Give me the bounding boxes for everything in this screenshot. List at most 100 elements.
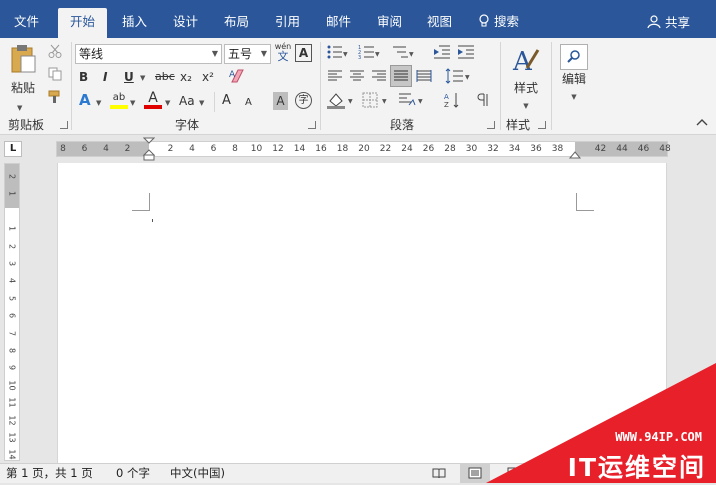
- margin-corner-mark: [132, 193, 150, 211]
- character-border-button[interactable]: A: [295, 44, 312, 62]
- text-effects-button[interactable]: A: [79, 91, 91, 109]
- tab-selector-button[interactable]: L: [4, 141, 22, 157]
- svg-text:▼: ▼: [375, 51, 380, 58]
- align-right-icon[interactable]: [371, 69, 387, 83]
- clipboard-launcher-icon[interactable]: [60, 121, 68, 129]
- underline-button[interactable]: U: [124, 68, 134, 86]
- distributed-icon[interactable]: [416, 69, 432, 83]
- strikethrough-button[interactable]: abc: [155, 68, 175, 86]
- grow-font-button[interactable]: A: [222, 92, 231, 110]
- highlight-glyph: ab: [112, 92, 126, 103]
- editing-icon-frame: [560, 44, 588, 70]
- italic-button[interactable]: I: [103, 68, 107, 86]
- bold-button[interactable]: B: [79, 68, 88, 86]
- paragraph-launcher-icon[interactable]: [487, 121, 495, 129]
- borders-icon[interactable]: ▼: [362, 91, 392, 109]
- vertical-ruler[interactable]: 2 1 1 2 3 4 5 6 7 8 9 10 11 12 13 14: [4, 163, 20, 461]
- superscript-button[interactable]: x²: [202, 68, 214, 86]
- highlight-button[interactable]: ab: [110, 91, 128, 110]
- font-name-select[interactable]: 等线 ▼: [75, 44, 222, 64]
- font-color-dropdown-icon[interactable]: ▼: [165, 99, 170, 107]
- tab-references[interactable]: 引用: [275, 12, 300, 32]
- font-size-select[interactable]: 五号 ▼: [224, 44, 271, 64]
- decrease-indent-icon[interactable]: [433, 44, 451, 60]
- ruler-tick-label: 36: [530, 144, 542, 154]
- ruler-tick-label: 2: [167, 144, 174, 154]
- shading-icon[interactable]: ▼: [326, 91, 356, 109]
- change-case-button[interactable]: Aa: [179, 92, 195, 110]
- tell-me-search[interactable]: 搜索: [478, 12, 519, 32]
- change-case-dropdown-icon[interactable]: ▼: [199, 99, 204, 107]
- tab-insert[interactable]: 插入: [122, 12, 147, 32]
- font-color-glyph: A: [148, 90, 158, 106]
- show-marks-icon[interactable]: [476, 92, 492, 108]
- divider: [71, 42, 72, 130]
- collapse-ribbon-icon[interactable]: [696, 118, 708, 126]
- justify-button[interactable]: [390, 65, 412, 87]
- cut-icon[interactable]: [48, 44, 62, 58]
- ruler-tick-label: 24: [401, 144, 413, 154]
- svg-text:▼: ▼: [382, 98, 387, 105]
- tab-review[interactable]: 审阅: [377, 12, 402, 32]
- vertical-ruler-tick-label: 1: [7, 191, 17, 197]
- phonetic-char: 文: [277, 50, 289, 63]
- tab-design[interactable]: 设计: [173, 12, 198, 32]
- search-icon: [567, 50, 580, 63]
- divider: [214, 92, 215, 112]
- indent-marker-icon[interactable]: [143, 137, 155, 161]
- ruler-tick-label: 18: [336, 144, 349, 154]
- increase-indent-icon[interactable]: [457, 44, 475, 60]
- styles-button[interactable]: A 样式 ▼: [508, 44, 544, 115]
- page-count[interactable]: 第 1 页，共 1 页: [6, 464, 93, 483]
- align-center-icon[interactable]: [349, 69, 365, 83]
- multilevel-list-icon[interactable]: ▼: [392, 44, 414, 60]
- ruler-tick-label: 8: [60, 144, 66, 154]
- font-color-button[interactable]: A: [144, 91, 162, 110]
- text-effects-dropdown-icon[interactable]: ▼: [96, 99, 101, 107]
- tab-home[interactable]: 开始: [58, 8, 108, 38]
- underline-dropdown-icon[interactable]: ▼: [140, 74, 145, 82]
- sort-icon[interactable]: AZ: [444, 91, 460, 109]
- clipboard-icon: [11, 45, 36, 73]
- subscript-button[interactable]: x₂: [180, 68, 192, 86]
- chinese-layout-icon[interactable]: ▼: [397, 91, 427, 109]
- numbering-icon[interactable]: 123 ▼: [358, 44, 380, 60]
- ruler-tick-label: 38: [551, 144, 564, 154]
- vertical-ruler-tick-label: 9: [7, 365, 17, 371]
- styles-launcher-icon[interactable]: [538, 121, 546, 129]
- vertical-ruler-tick-label: 2: [7, 243, 17, 249]
- ruler-tick-label: 8: [232, 144, 238, 154]
- ruler-tick-label: 10: [250, 144, 263, 154]
- line-spacing-icon[interactable]: ▼: [445, 67, 471, 85]
- enclose-characters-button[interactable]: 字: [295, 92, 312, 109]
- align-left-icon[interactable]: [327, 69, 343, 83]
- language-indicator[interactable]: 中文(中国): [170, 464, 225, 483]
- word-count[interactable]: 0 个字: [116, 464, 150, 483]
- highlight-dropdown-icon[interactable]: ▼: [130, 99, 135, 107]
- ruler-tick-label: 34: [508, 144, 521, 154]
- tab-layout[interactable]: 布局: [224, 12, 249, 32]
- font-size-value: 五号: [228, 47, 253, 61]
- chevron-down-icon: ▼: [260, 49, 267, 58]
- share-button[interactable]: 共享: [647, 12, 690, 31]
- search-label: 搜索: [493, 14, 519, 29]
- editing-button[interactable]: 编辑 ▼: [556, 44, 592, 106]
- tab-view[interactable]: 视图: [427, 12, 452, 32]
- paste-dropdown-icon[interactable]: ▼: [17, 104, 22, 112]
- phonetic-guide-button[interactable]: wén 文: [274, 42, 292, 63]
- paste-button[interactable]: 粘贴: [6, 44, 40, 100]
- tab-file[interactable]: 文件: [14, 12, 39, 32]
- right-indent-marker-icon[interactable]: [569, 149, 581, 159]
- read-mode-icon[interactable]: [432, 467, 446, 479]
- character-shading-button[interactable]: A: [273, 92, 288, 110]
- bullets-icon[interactable]: ▼: [326, 44, 348, 60]
- shrink-font-button[interactable]: A: [245, 94, 252, 112]
- vertical-ruler-tick-label: 8: [7, 347, 17, 354]
- share-label: 共享: [664, 15, 690, 30]
- tab-mailings[interactable]: 邮件: [326, 12, 351, 32]
- format-painter-icon[interactable]: [48, 90, 62, 104]
- copy-icon[interactable]: [48, 67, 62, 81]
- clear-formatting-icon[interactable]: A: [229, 68, 247, 84]
- ruler-tick-label: 20: [358, 144, 370, 154]
- font-launcher-icon[interactable]: [308, 121, 316, 129]
